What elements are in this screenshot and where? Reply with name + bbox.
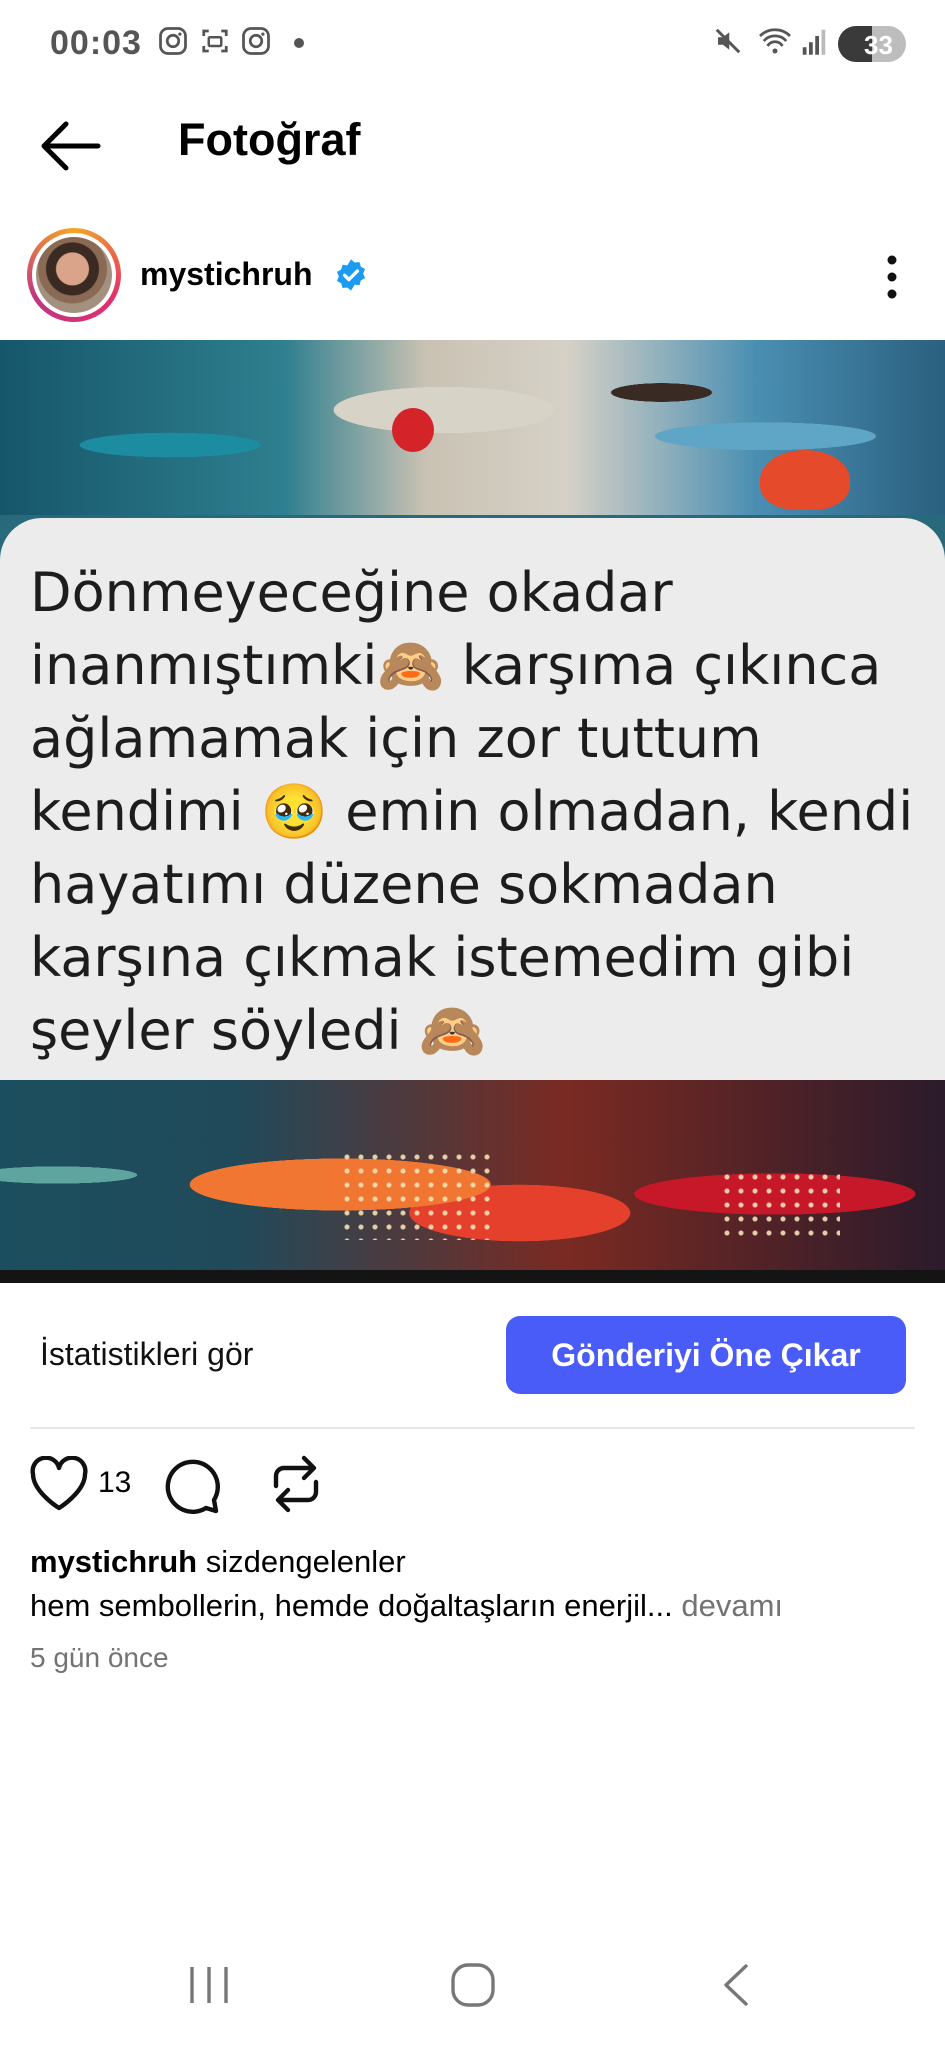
- divider: [30, 1427, 915, 1429]
- caption-text: hem sembollerin, hemde doğaltaşların ene…: [30, 1588, 673, 1623]
- home-icon[interactable]: [450, 1962, 496, 2008]
- screenshot-icon: [202, 29, 228, 53]
- caption-header: mystichruh sizdengelenler: [30, 1544, 406, 1580]
- comment-icon[interactable]: [162, 1456, 222, 1514]
- battery-indicator: 33: [838, 26, 906, 62]
- avatar[interactable]: [27, 228, 121, 322]
- post-timestamp: 5 gün önce: [30, 1642, 169, 1673]
- status-time: 00:03: [50, 24, 142, 62]
- mute-icon: [715, 28, 741, 54]
- caption: hem sembollerin, hemde doğaltaşların ene…: [30, 1588, 783, 1624]
- view-insights-link[interactable]: İstatistikleri gör: [40, 1336, 253, 1373]
- post-image[interactable]: Dönmeyeceğine okadar inanmıştımki🙈 karşı…: [0, 340, 945, 1283]
- heart-icon[interactable]: [29, 1456, 89, 1512]
- battery-level: 33: [864, 30, 893, 60]
- instagram-icon: [242, 27, 270, 55]
- boost-post-button[interactable]: Gönderiyi Öne Çıkar: [506, 1316, 906, 1394]
- recent-apps-icon[interactable]: [186, 1965, 232, 2005]
- image-text-card: Dönmeyeceğine okadar inanmıştımki🙈 karşı…: [0, 518, 945, 1080]
- back-nav-icon[interactable]: [720, 1962, 752, 2008]
- image-text: Dönmeyeceğine okadar inanmıştımki🙈 karşı…: [30, 561, 914, 1062]
- signal-icon: [802, 29, 826, 55]
- arrow-left-icon[interactable]: [38, 120, 102, 172]
- image-bottom-edge: [0, 1270, 945, 1283]
- repost-icon[interactable]: [266, 1452, 326, 1516]
- like-count[interactable]: 13: [98, 1466, 131, 1500]
- notification-dot-icon: [294, 38, 304, 48]
- image-bottom-artwork: [0, 1080, 945, 1270]
- post-username[interactable]: mystichruh: [140, 256, 312, 293]
- caption-username[interactable]: mystichruh: [30, 1544, 197, 1579]
- caption-mention[interactable]: sizdengelenler: [206, 1544, 406, 1579]
- more-options-icon[interactable]: [872, 252, 912, 302]
- wifi-icon: [759, 28, 791, 54]
- image-top-artwork: [0, 340, 945, 515]
- status-bar: 00:03 33: [0, 0, 945, 90]
- instagram-icon: [159, 27, 187, 55]
- verified-badge-icon: [336, 259, 366, 291]
- page-title: Fotoğraf: [178, 114, 361, 165]
- caption-more-link[interactable]: devamı: [681, 1588, 783, 1623]
